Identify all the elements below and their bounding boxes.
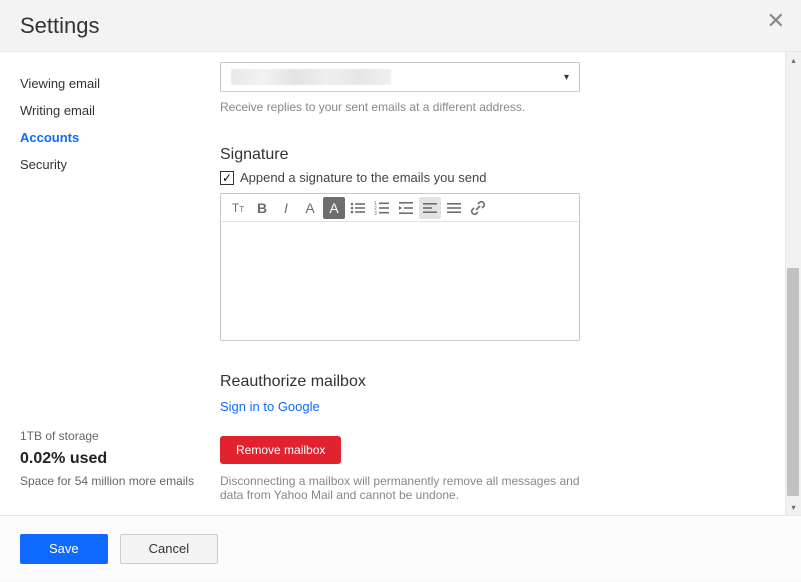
text-color-button[interactable]: A <box>299 197 321 219</box>
save-button[interactable]: Save <box>20 534 108 564</box>
close-icon: ✕ <box>767 8 785 33</box>
italic-button[interactable]: I <box>275 197 297 219</box>
redacted-email <box>231 69 391 85</box>
scroll-thumb[interactable] <box>787 268 799 496</box>
align-justify-button[interactable] <box>443 197 465 219</box>
highlight-button[interactable]: A <box>323 197 345 219</box>
dialog-footer: Save Cancel <box>0 515 801 581</box>
bold-icon: B <box>257 200 267 216</box>
highlight-icon: A <box>329 200 338 216</box>
storage-space: Space for 54 million more emails <box>20 472 200 491</box>
reply-address-select[interactable]: ▾ <box>220 62 580 92</box>
dialog-body: Viewing email Writing email Accounts Sec… <box>0 52 801 515</box>
page-title: Settings <box>20 13 100 39</box>
bold-button[interactable]: B <box>251 197 273 219</box>
storage-info: 1TB of storage 0.02% used Space for 54 m… <box>20 427 200 491</box>
close-button[interactable]: ✕ <box>767 10 785 32</box>
align-left-icon <box>422 200 438 216</box>
storage-used: 0.02% used <box>20 446 200 472</box>
remove-mailbox-button[interactable]: Remove mailbox <box>220 436 341 464</box>
checkmark-icon: ✓ <box>222 172 232 184</box>
cancel-button[interactable]: Cancel <box>120 534 218 564</box>
bullet-list-icon <box>350 200 366 216</box>
signature-section-title: Signature <box>220 146 777 164</box>
sidebar: Viewing email Writing email Accounts Sec… <box>0 52 200 515</box>
outdent-button[interactable] <box>395 197 417 219</box>
main-panel: ▾ Receive replies to your sent emails at… <box>200 52 801 515</box>
bullet-list-button[interactable] <box>347 197 369 219</box>
reply-help-text: Receive replies to your sent emails at a… <box>220 100 777 114</box>
sidebar-item-accounts[interactable]: Accounts <box>20 128 200 147</box>
caret-down-icon: ▾ <box>791 503 795 512</box>
signature-textarea[interactable] <box>221 222 579 340</box>
link-button[interactable] <box>467 197 489 219</box>
sign-in-google-link[interactable]: Sign in to Google <box>220 399 320 414</box>
sidebar-item-security[interactable]: Security <box>20 155 200 174</box>
append-signature-checkbox[interactable]: ✓ <box>220 171 234 185</box>
disconnect-help-text: Disconnecting a mailbox will permanently… <box>220 474 580 502</box>
number-list-button[interactable]: 123 <box>371 197 393 219</box>
storage-total: 1TB of storage <box>20 427 200 446</box>
scrollbar: ▴ ▾ <box>785 52 801 515</box>
editor-toolbar: TT B I A A 123 <box>221 194 579 222</box>
caret-up-icon: ▴ <box>791 56 795 65</box>
sidebar-nav: Viewing email Writing email Accounts Sec… <box>20 74 200 174</box>
dialog-header: Settings ✕ <box>0 0 801 52</box>
number-list-icon: 123 <box>374 200 390 216</box>
chevron-down-icon: ▾ <box>564 72 569 83</box>
outdent-icon <box>398 200 414 216</box>
italic-icon: I <box>284 200 288 216</box>
link-icon <box>470 200 486 216</box>
signature-editor: TT B I A A 123 <box>220 193 580 341</box>
reauthorize-section-title: Reauthorize mailbox <box>220 373 777 391</box>
text-color-icon: A <box>305 200 314 216</box>
svg-text:3: 3 <box>374 211 377 216</box>
sidebar-item-writing-email[interactable]: Writing email <box>20 101 200 120</box>
sidebar-item-viewing-email[interactable]: Viewing email <box>20 74 200 93</box>
font-size-button[interactable]: TT <box>227 197 249 219</box>
scroll-up-button[interactable]: ▴ <box>786 52 801 68</box>
scroll-down-button[interactable]: ▾ <box>786 499 801 515</box>
font-size-icon: TT <box>232 201 244 215</box>
append-signature-row: ✓ Append a signature to the emails you s… <box>220 170 777 185</box>
align-left-button[interactable] <box>419 197 441 219</box>
append-signature-label: Append a signature to the emails you sen… <box>240 170 486 185</box>
align-justify-icon <box>446 200 462 216</box>
